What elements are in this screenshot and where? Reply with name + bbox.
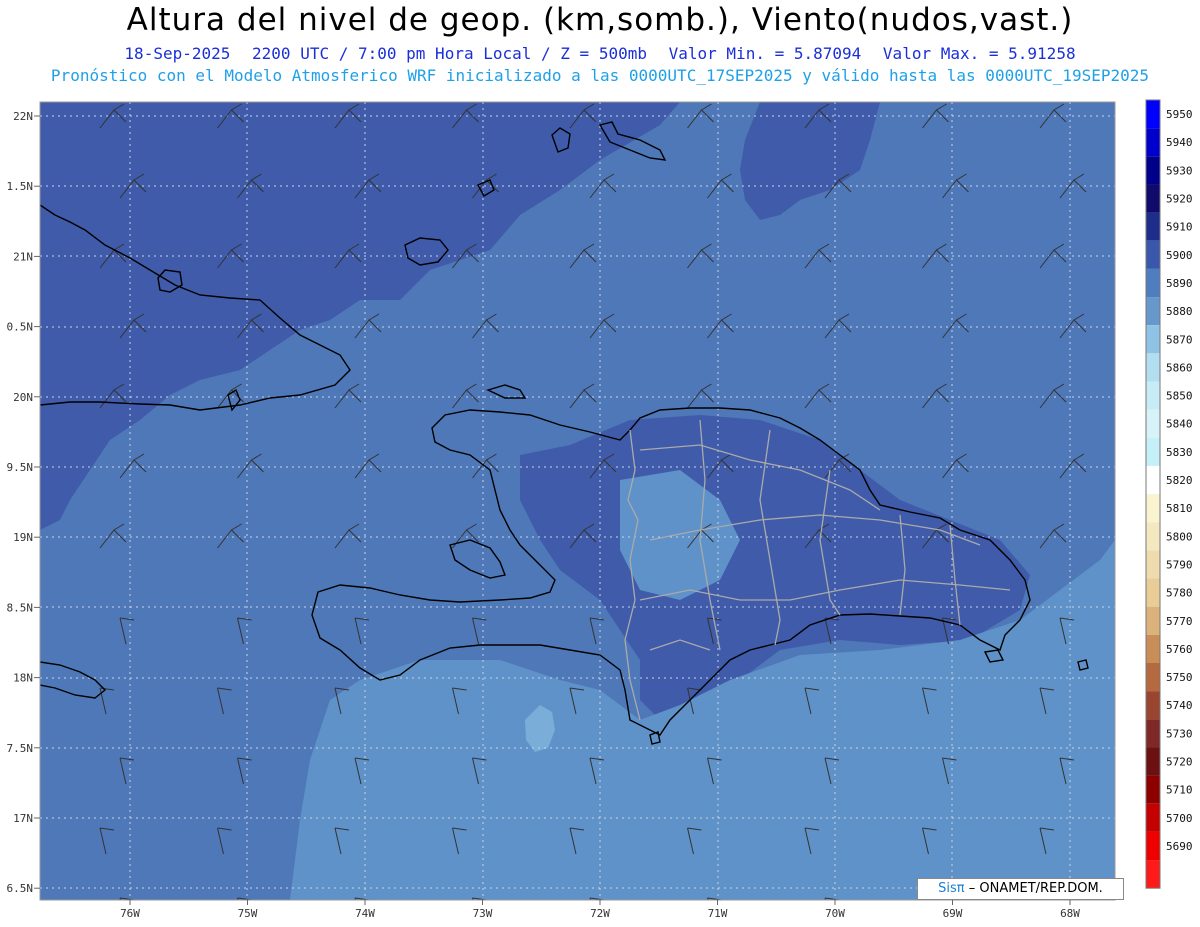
colorbar-label: 5870	[1166, 333, 1193, 346]
colorbar-swatch	[1146, 212, 1160, 241]
lat-label: 9.5N	[7, 461, 34, 474]
credit-org: – ONAMET/REP.DOM.	[968, 881, 1103, 896]
colorbar-label: 5890	[1166, 277, 1193, 290]
colorbar-label: 5900	[1166, 249, 1193, 262]
colorbar-swatch	[1146, 550, 1160, 579]
colorbar-label: 5780	[1166, 587, 1193, 600]
colorbar-swatch	[1146, 297, 1160, 326]
lon-label: 71W	[708, 907, 728, 920]
colorbar-swatch	[1146, 156, 1160, 185]
credit-box: Sisπ – ONAMET/REP.DOM.	[917, 878, 1124, 900]
colorbar-swatch	[1146, 522, 1160, 551]
geopotential-field	[40, 102, 1115, 900]
lat-label: 17N	[13, 812, 33, 825]
lon-label: 70W	[825, 907, 845, 920]
colorbar-swatch	[1146, 719, 1160, 748]
colorbar-swatch	[1146, 606, 1160, 635]
colorbar-label: 5700	[1166, 812, 1193, 825]
colorbar: 5950 5940 5930 5920 5910 5900 5890 5880 5870 5860…	[1145, 99, 1193, 889]
colorbar-swatch	[1146, 663, 1160, 692]
colorbar-label: 5840	[1166, 418, 1193, 431]
lon-label: 75W	[238, 907, 258, 920]
colorbar-label: 5940	[1166, 136, 1193, 149]
colorbar-swatch	[1146, 128, 1160, 157]
lat-label: 6.5N	[7, 882, 34, 895]
colorbar-label: 5910	[1166, 221, 1193, 234]
map-canvas: 22N 1.5N 21N 0.5N 20N 9.5N 19N 8.5N 18N 7.5N 17N 6.…	[7, 99, 1193, 920]
lat-label: 18N	[13, 672, 33, 685]
colorbar-label: 5770	[1166, 615, 1193, 628]
colorbar-swatch	[1146, 634, 1160, 663]
credit-sis: Sisπ	[938, 881, 965, 896]
colorbar-label: 5710	[1166, 784, 1193, 797]
colorbar-label: 5760	[1166, 643, 1193, 656]
colorbar-label: 5810	[1166, 502, 1193, 515]
colorbar-swatch	[1146, 184, 1160, 213]
lat-label: 8.5N	[7, 601, 34, 614]
colorbar-swatch	[1146, 691, 1160, 720]
lon-label: 68W	[1060, 907, 1080, 920]
lon-label: 74W	[355, 907, 375, 920]
colorbar-label: 5850	[1166, 390, 1193, 403]
longitude-labels: 76W 75W 74W 73W 72W 71W 70W 69W 68W	[120, 900, 1080, 920]
colorbar-swatch	[1146, 747, 1160, 776]
colorbar-label: 5790	[1166, 558, 1193, 571]
colorbar-swatch	[1146, 860, 1160, 889]
colorbar-label: 5950	[1166, 108, 1193, 121]
colorbar-label: 5820	[1166, 474, 1193, 487]
lon-label: 69W	[943, 907, 963, 920]
lon-label: 76W	[120, 907, 140, 920]
colorbar-label: 5930	[1166, 164, 1193, 177]
lat-label: 0.5N	[7, 321, 34, 334]
lat-label: 7.5N	[7, 742, 34, 755]
colorbar-swatch	[1146, 381, 1160, 410]
colorbar-swatch	[1146, 353, 1160, 382]
lat-label: 20N	[13, 391, 33, 404]
colorbar-label: 5720	[1166, 756, 1193, 769]
lat-label: 1.5N	[7, 180, 34, 193]
colorbar-swatch	[1146, 494, 1160, 523]
lat-label: 21N	[13, 250, 33, 263]
colorbar-swatch	[1146, 803, 1160, 832]
colorbar-swatch	[1146, 268, 1160, 298]
colorbar-swatch	[1146, 465, 1160, 495]
colorbar-label: 5800	[1166, 530, 1193, 543]
colorbar-label: 5920	[1166, 193, 1193, 206]
lat-label: 22N	[13, 110, 33, 123]
colorbar-label: 5880	[1166, 305, 1193, 318]
colorbar-label: 5730	[1166, 727, 1193, 740]
lon-label: 73W	[473, 907, 493, 920]
colorbar-label: 5860	[1166, 361, 1193, 374]
latitude-labels: 22N 1.5N 21N 0.5N 20N 9.5N 19N 8.5N 18N 7.5N 17N 6.…	[7, 110, 40, 895]
colorbar-swatch	[1146, 409, 1160, 438]
colorbar-swatch	[1146, 578, 1160, 607]
colorbar-label: 5750	[1166, 671, 1193, 684]
colorbar-swatch	[1146, 831, 1160, 861]
colorbar-label: 5690	[1166, 840, 1193, 853]
colorbar-swatch	[1146, 325, 1160, 354]
colorbar-swatch	[1146, 100, 1160, 129]
colorbar-swatch	[1146, 437, 1160, 466]
lon-label: 72W	[590, 907, 610, 920]
colorbar-swatch	[1146, 775, 1160, 804]
lat-label: 19N	[13, 531, 33, 544]
colorbar-label: 5740	[1166, 699, 1193, 712]
colorbar-label: 5830	[1166, 446, 1193, 459]
colorbar-swatch	[1146, 240, 1160, 269]
